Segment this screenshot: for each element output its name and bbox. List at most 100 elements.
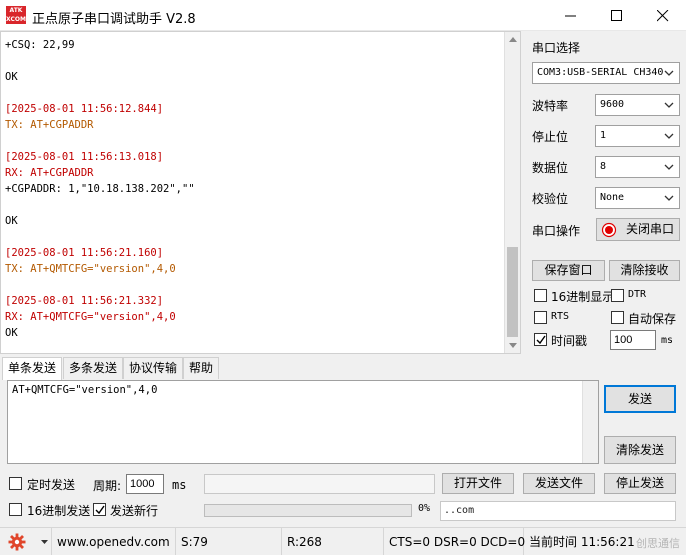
tab-help[interactable]: 帮助 (183, 357, 220, 379)
data-bits-label: 数据位 (532, 161, 569, 175)
clear-receive-label: 清除接收 (620, 263, 669, 277)
serial-op-label: 串口操作 (532, 224, 581, 238)
settings-menu-button[interactable] (0, 528, 52, 555)
log-line: RX: AT+CGPADDR (5, 167, 94, 179)
receive-scrollbar[interactable] (504, 32, 520, 353)
hex-send-checkbox[interactable] (9, 503, 22, 516)
timestamp-checkbox[interactable] (534, 333, 547, 346)
close-window-button[interactable] (640, 0, 686, 31)
maximize-icon (611, 10, 622, 21)
send-textarea[interactable]: AT+QMTCFG="version",4,0 (7, 380, 599, 464)
chevron-down-icon (664, 133, 674, 139)
open-file-button[interactable]: 打开文件 (442, 473, 514, 494)
period-input[interactable]: 1000 (126, 474, 164, 494)
timestamp-interval-input[interactable]: 100 (610, 330, 656, 350)
receive-textarea[interactable]: +CSQ: 22,99 OK [2025-08-01 11:56:12.844] TX… (0, 31, 521, 354)
data-bits-select[interactable]: 8 (595, 156, 680, 178)
clear-send-button[interactable]: 清除发送 (604, 436, 676, 464)
gear-icon (8, 533, 26, 551)
sent-count: S:79 (176, 528, 282, 555)
send-file-button[interactable]: 发送文件 (523, 473, 595, 494)
send-panel: 单条发送 多条发送 协议传输 帮助 AT+QMTCFG="version",4,… (0, 354, 686, 527)
timed-send-checkbox[interactable] (9, 477, 22, 490)
hex-display-checkbox[interactable] (534, 289, 547, 302)
save-window-label: 保存窗口 (544, 263, 593, 277)
port-status-icon (601, 222, 617, 238)
send-newline-checkbox[interactable] (93, 503, 106, 516)
scroll-up-icon[interactable] (509, 37, 517, 42)
tab-multi-send[interactable]: 多条发送 (63, 357, 124, 379)
send-scrollbar[interactable] (582, 381, 598, 463)
tab-single-send[interactable]: 单条发送 (2, 357, 63, 380)
stop-bits-label: 停止位 (532, 130, 569, 144)
stop-bits-value: 1 (600, 130, 607, 141)
port-select[interactable]: COM3:USB-SERIAL CH340 (532, 62, 680, 84)
close-port-button[interactable]: 关闭串口 (596, 218, 680, 241)
timestamp-ms-label: ms (661, 335, 674, 346)
parity-value: None (600, 192, 625, 203)
log-line: OK (5, 71, 18, 83)
log-line: [2025-08-01 11:56:13.018] (5, 151, 164, 163)
log-line: TX: AT+QMTCFG="version",4,0 (5, 263, 176, 275)
minimize-icon (565, 15, 576, 17)
log-line: [2025-08-01 11:56:21.332] (5, 295, 164, 307)
data-bits-value: 8 (600, 161, 607, 172)
send-button[interactable]: 发送 (604, 385, 676, 413)
period-label: 周期: (93, 479, 122, 493)
log-line: +CSQ: 22,99 (5, 39, 75, 51)
rts-checkbox[interactable] (534, 311, 547, 324)
scroll-thumb[interactable] (507, 247, 518, 337)
port-value: COM3:USB-SERIAL CH340 (537, 67, 664, 78)
baud-select[interactable]: 9600 (595, 94, 680, 116)
check-icon (536, 335, 546, 345)
clear-receive-button[interactable]: 清除接收 (609, 260, 680, 281)
scroll-down-icon[interactable] (509, 343, 517, 348)
minimize-button[interactable] (548, 0, 594, 31)
port-label: 串口选择 (532, 41, 581, 55)
maximize-button[interactable] (594, 0, 640, 31)
save-window-button[interactable]: 保存窗口 (532, 260, 605, 281)
baud-value: 9600 (600, 99, 625, 110)
log-line: OK (5, 215, 18, 227)
info-link-field[interactable]: ..com (440, 501, 676, 521)
received-count: R:268 (282, 528, 384, 555)
chevron-down-icon (664, 164, 674, 170)
close-icon (657, 10, 669, 22)
auto-save-checkbox[interactable] (611, 311, 624, 324)
status-bar: www.openedv.com S:79 R:268 CTS=0 DSR=0 D… (0, 527, 686, 555)
hex-send-label: 16进制发送 (27, 504, 91, 518)
app-logo-icon: ATK XCOM (6, 6, 26, 24)
stop-bits-select[interactable]: 1 (595, 125, 680, 147)
check-icon (95, 505, 105, 515)
progress-percent: 0% (418, 503, 431, 514)
timed-send-label: 定时发送 (27, 478, 76, 492)
open-file-label: 打开文件 (453, 476, 502, 490)
tab-protocol[interactable]: 协议传输 (123, 357, 184, 379)
send-text: AT+QMTCFG="version",4,0 (12, 384, 158, 396)
file-path-field[interactable] (204, 474, 435, 494)
log-line: [2025-08-01 11:56:21.160] (5, 247, 164, 259)
send-button-label: 发送 (627, 392, 652, 406)
dtr-label: DTR (628, 289, 647, 300)
auto-save-label: 自动保存 (628, 312, 677, 326)
send-newline-label: 发送新行 (110, 504, 159, 518)
parity-select[interactable]: None (595, 187, 680, 209)
stop-send-button[interactable]: 停止发送 (604, 473, 676, 494)
dtr-checkbox[interactable] (611, 289, 624, 302)
title-bar: ATK XCOM 正点原子串口调试助手 V2.8 (0, 0, 686, 31)
log-line: TX: AT+CGPADDR (5, 119, 94, 131)
log-line: OK (5, 327, 18, 339)
website-link[interactable]: www.openedv.com (52, 528, 176, 555)
parity-label: 校验位 (532, 192, 569, 206)
timestamp-label: 时间戳 (551, 334, 588, 348)
log-line: RX: AT+QMTCFG="version",4,0 (5, 311, 176, 323)
chevron-down-icon (664, 70, 674, 76)
log-line: +CGPADDR: 1,"10.18.138.202","" (5, 183, 195, 195)
chevron-down-icon (664, 195, 674, 201)
rts-label: RTS (551, 311, 570, 322)
